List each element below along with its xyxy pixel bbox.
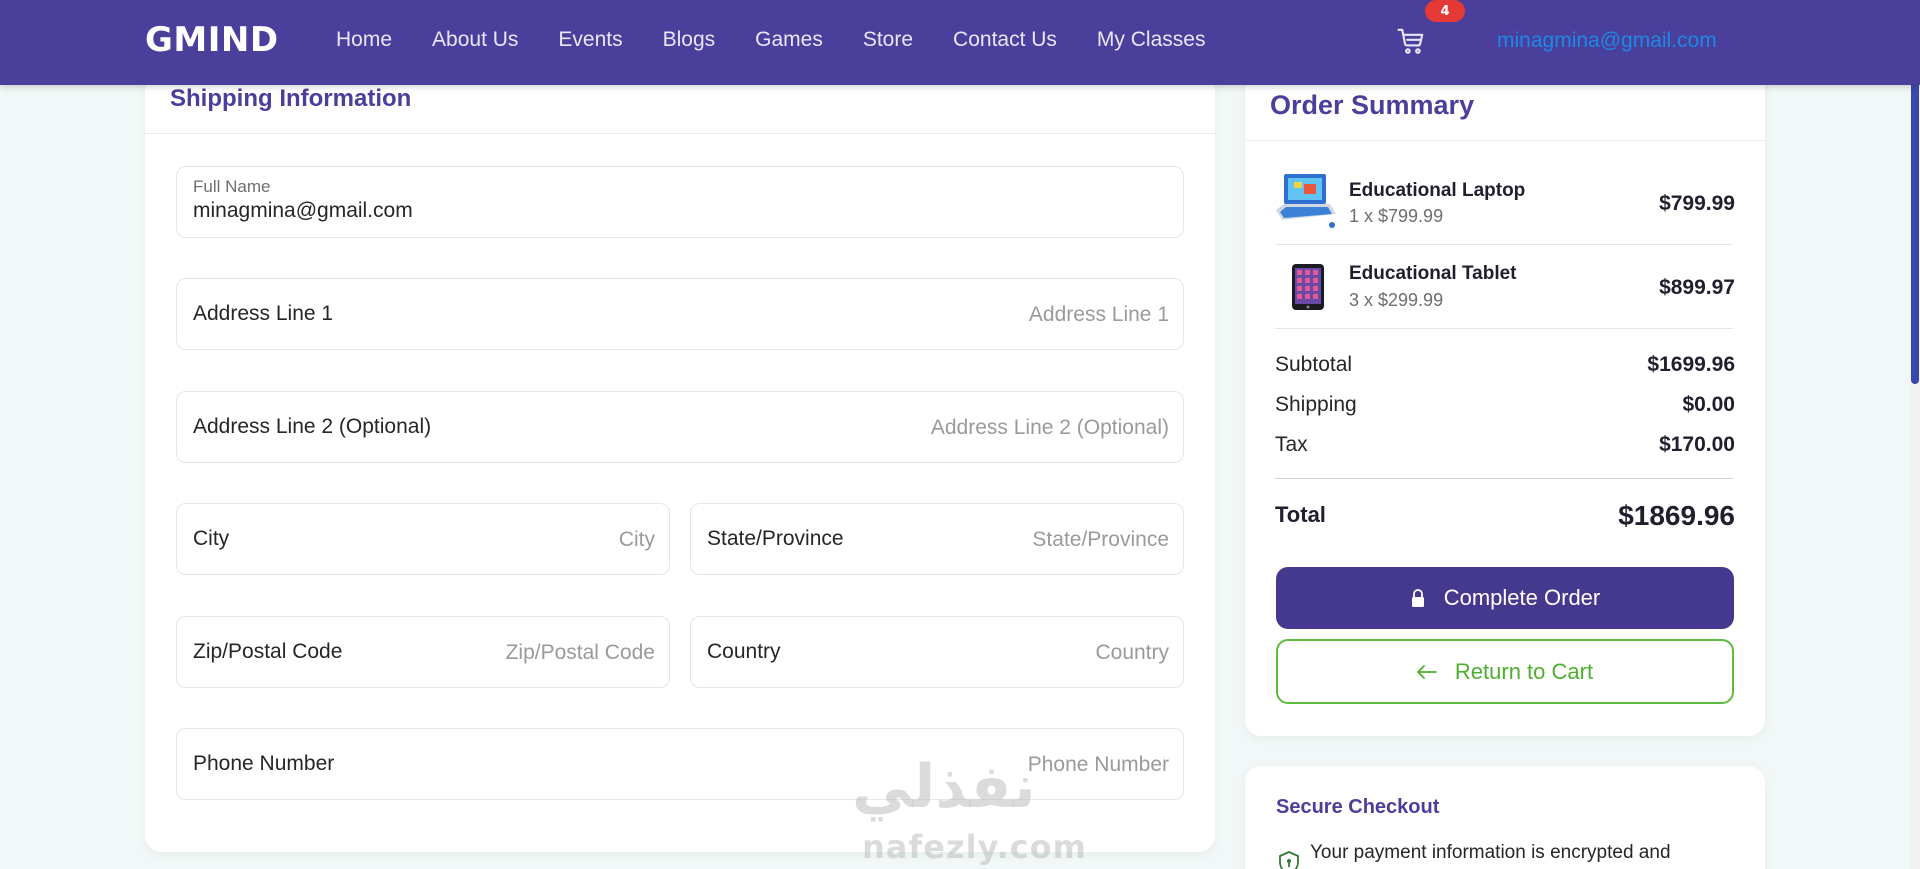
zip-postal-code-label: Zip/Postal Code xyxy=(193,640,343,663)
city-label: City xyxy=(193,527,230,550)
full-name-field[interactable]: Full Name minagmina@gmail.com xyxy=(176,166,1184,238)
address-line-1-label: Address Line 1 xyxy=(193,302,334,325)
item-divider xyxy=(1275,244,1733,245)
watermark-text: nafezly.com xyxy=(862,828,1087,866)
nav-link-store[interactable]: Store xyxy=(863,28,913,52)
address-line-1-input[interactable] xyxy=(565,299,1169,331)
secure-checkout-text: Your payment information is encrypted an… xyxy=(1310,842,1671,863)
zip-postal-code-field[interactable]: Zip/Postal Code xyxy=(176,616,670,688)
nav-link-home[interactable]: Home xyxy=(336,28,392,52)
item-qty-tablet: 3 x $299.99 xyxy=(1349,290,1444,310)
nav-link-events[interactable]: Events xyxy=(558,28,622,52)
subtotal-value: $1699.96 xyxy=(1647,353,1735,376)
arrow-left-icon xyxy=(1417,664,1437,679)
subtotal-label: Subtotal xyxy=(1275,353,1353,376)
item-qty-laptop: 1 x $799.99 xyxy=(1349,206,1444,226)
page-scrollbar-thumb[interactable] xyxy=(1911,44,1919,384)
nav-link-games[interactable]: Games xyxy=(755,28,823,52)
tax-value: $170.00 xyxy=(1659,433,1735,456)
tablet-thumbnail xyxy=(1291,263,1325,315)
item-price-tablet: $899.97 xyxy=(1659,276,1735,299)
zip-postal-code-input[interactable] xyxy=(433,637,655,669)
item-name-tablet: Educational Tablet xyxy=(1349,263,1517,284)
order-summary-divider xyxy=(1245,140,1765,141)
user-email-link[interactable]: minagmina@gmail.com xyxy=(1497,29,1717,53)
address-line-1-field[interactable]: Address Line 1 xyxy=(176,278,1184,350)
item-divider xyxy=(1275,328,1733,329)
shipping-divider xyxy=(145,133,1215,134)
state-province-field[interactable]: State/Province xyxy=(690,503,1184,575)
item-price-laptop: $799.99 xyxy=(1659,192,1735,215)
totals-divider xyxy=(1275,478,1733,479)
full-name-value[interactable]: minagmina@gmail.com xyxy=(193,199,413,223)
nav-link-about-us[interactable]: About Us xyxy=(432,28,518,52)
complete-order-label: Complete Order xyxy=(1443,585,1601,610)
address-line-2-field[interactable]: Address Line 2 (Optional) xyxy=(176,391,1184,463)
nav-links: Home About Us Events Blogs Games Store C… xyxy=(336,28,1245,52)
lock-icon xyxy=(1410,588,1426,608)
brand-logo[interactable]: GMIND xyxy=(145,20,279,60)
address-line-2-input[interactable] xyxy=(565,412,1169,444)
nav-link-my-classes[interactable]: My Classes xyxy=(1097,28,1206,52)
shipping-title: Shipping Information xyxy=(170,85,412,112)
nav-link-contact-us[interactable]: Contact Us xyxy=(953,28,1057,52)
city-field[interactable]: City xyxy=(176,503,670,575)
country-label: Country xyxy=(707,640,781,663)
phone-number-label: Phone Number xyxy=(193,752,335,775)
cart-count-badge: 4 xyxy=(1425,0,1465,22)
shipping-value: $0.00 xyxy=(1682,393,1735,416)
complete-order-button[interactable]: Complete Order xyxy=(1276,567,1734,629)
nav-link-blogs[interactable]: Blogs xyxy=(663,28,716,52)
state-province-label: State/Province xyxy=(707,527,844,550)
shield-icon xyxy=(1278,851,1300,869)
item-name-laptop: Educational Laptop xyxy=(1349,180,1526,201)
country-field[interactable]: Country xyxy=(690,616,1184,688)
shipping-label: Shipping xyxy=(1275,393,1357,416)
cart-icon[interactable] xyxy=(1396,26,1426,56)
laptop-thumbnail xyxy=(1274,170,1338,236)
country-input[interactable] xyxy=(873,637,1169,669)
state-province-input[interactable] xyxy=(873,524,1169,556)
total-value: $1869.96 xyxy=(1618,500,1735,531)
full-name-label: Full Name xyxy=(193,177,271,196)
watermark-logo: نفذلي xyxy=(852,752,1038,822)
return-to-cart-button[interactable]: Return to Cart xyxy=(1276,639,1734,704)
order-summary-title: Order Summary xyxy=(1270,90,1475,120)
address-line-2-label: Address Line 2 (Optional) xyxy=(193,415,432,438)
secure-checkout-title: Secure Checkout xyxy=(1276,796,1440,818)
city-input[interactable] xyxy=(359,524,655,556)
tax-label: Tax xyxy=(1275,433,1308,456)
top-navbar: GMIND Home About Us Events Blogs Games S… xyxy=(0,0,1920,85)
return-to-cart-label: Return to Cart xyxy=(1454,658,1594,684)
total-label: Total xyxy=(1275,502,1326,527)
